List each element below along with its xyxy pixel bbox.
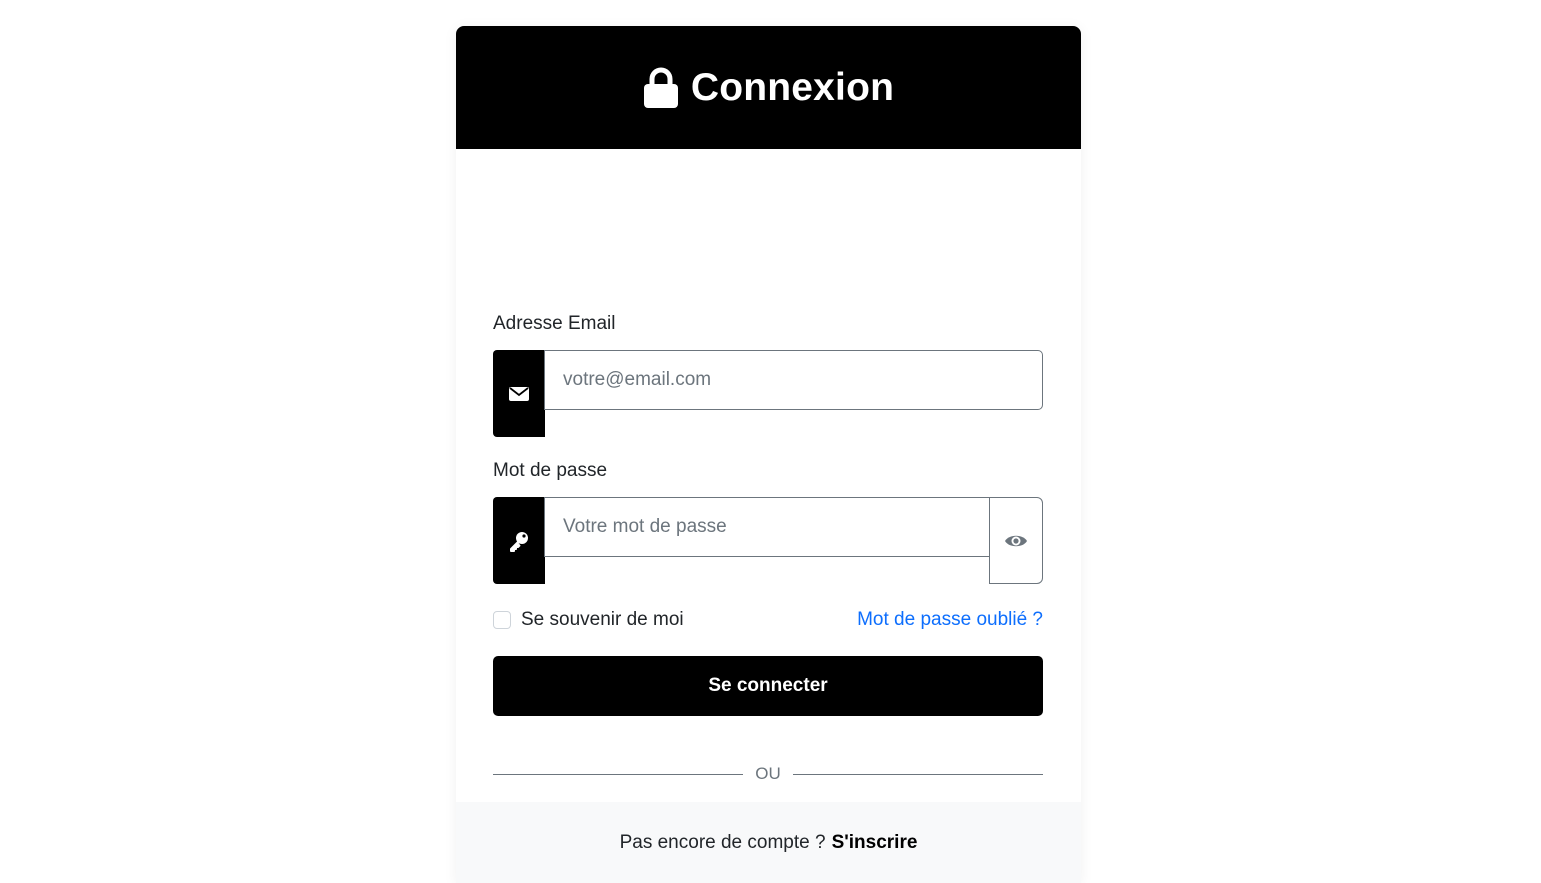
- login-button[interactable]: Se connecter: [493, 656, 1043, 716]
- divider-line-left: [493, 773, 744, 775]
- remember-checkbox[interactable]: [493, 611, 511, 629]
- or-divider: OU: [493, 762, 1043, 786]
- password-label: Mot de passe: [493, 460, 608, 481]
- login-card: Connexion Adresse Email Mot de passe: [456, 26, 1081, 883]
- remember-label[interactable]: Se souvenir de moi: [521, 609, 684, 631]
- signup-link[interactable]: S'inscrire: [832, 832, 918, 854]
- remember-me: Se souvenir de moi: [493, 609, 684, 631]
- email-label: Adresse Email: [493, 313, 616, 334]
- password-input-group: [493, 497, 1043, 584]
- envelope-icon: [493, 350, 545, 437]
- signup-prompt: Pas encore de compte ?: [619, 831, 826, 853]
- remember-row: Se souvenir de moi Mot de passe oublié ?: [493, 607, 1043, 633]
- divider-line-right: [792, 773, 1043, 775]
- key-icon: [493, 497, 545, 584]
- forgot-password-link[interactable]: Mot de passe oublié ?: [857, 609, 1043, 631]
- toggle-password-button[interactable]: [989, 497, 1043, 584]
- email-input-group: [493, 350, 1043, 437]
- page-title: Connexion: [690, 65, 895, 109]
- password-field[interactable]: [544, 497, 990, 557]
- lock-icon: [643, 67, 679, 109]
- card-footer: Pas encore de compte ? S'inscrire: [456, 802, 1081, 883]
- email-field[interactable]: [544, 350, 1043, 410]
- eye-icon: [1004, 533, 1028, 549]
- divider-label: OU: [755, 764, 781, 783]
- card-header: Connexion: [456, 26, 1081, 149]
